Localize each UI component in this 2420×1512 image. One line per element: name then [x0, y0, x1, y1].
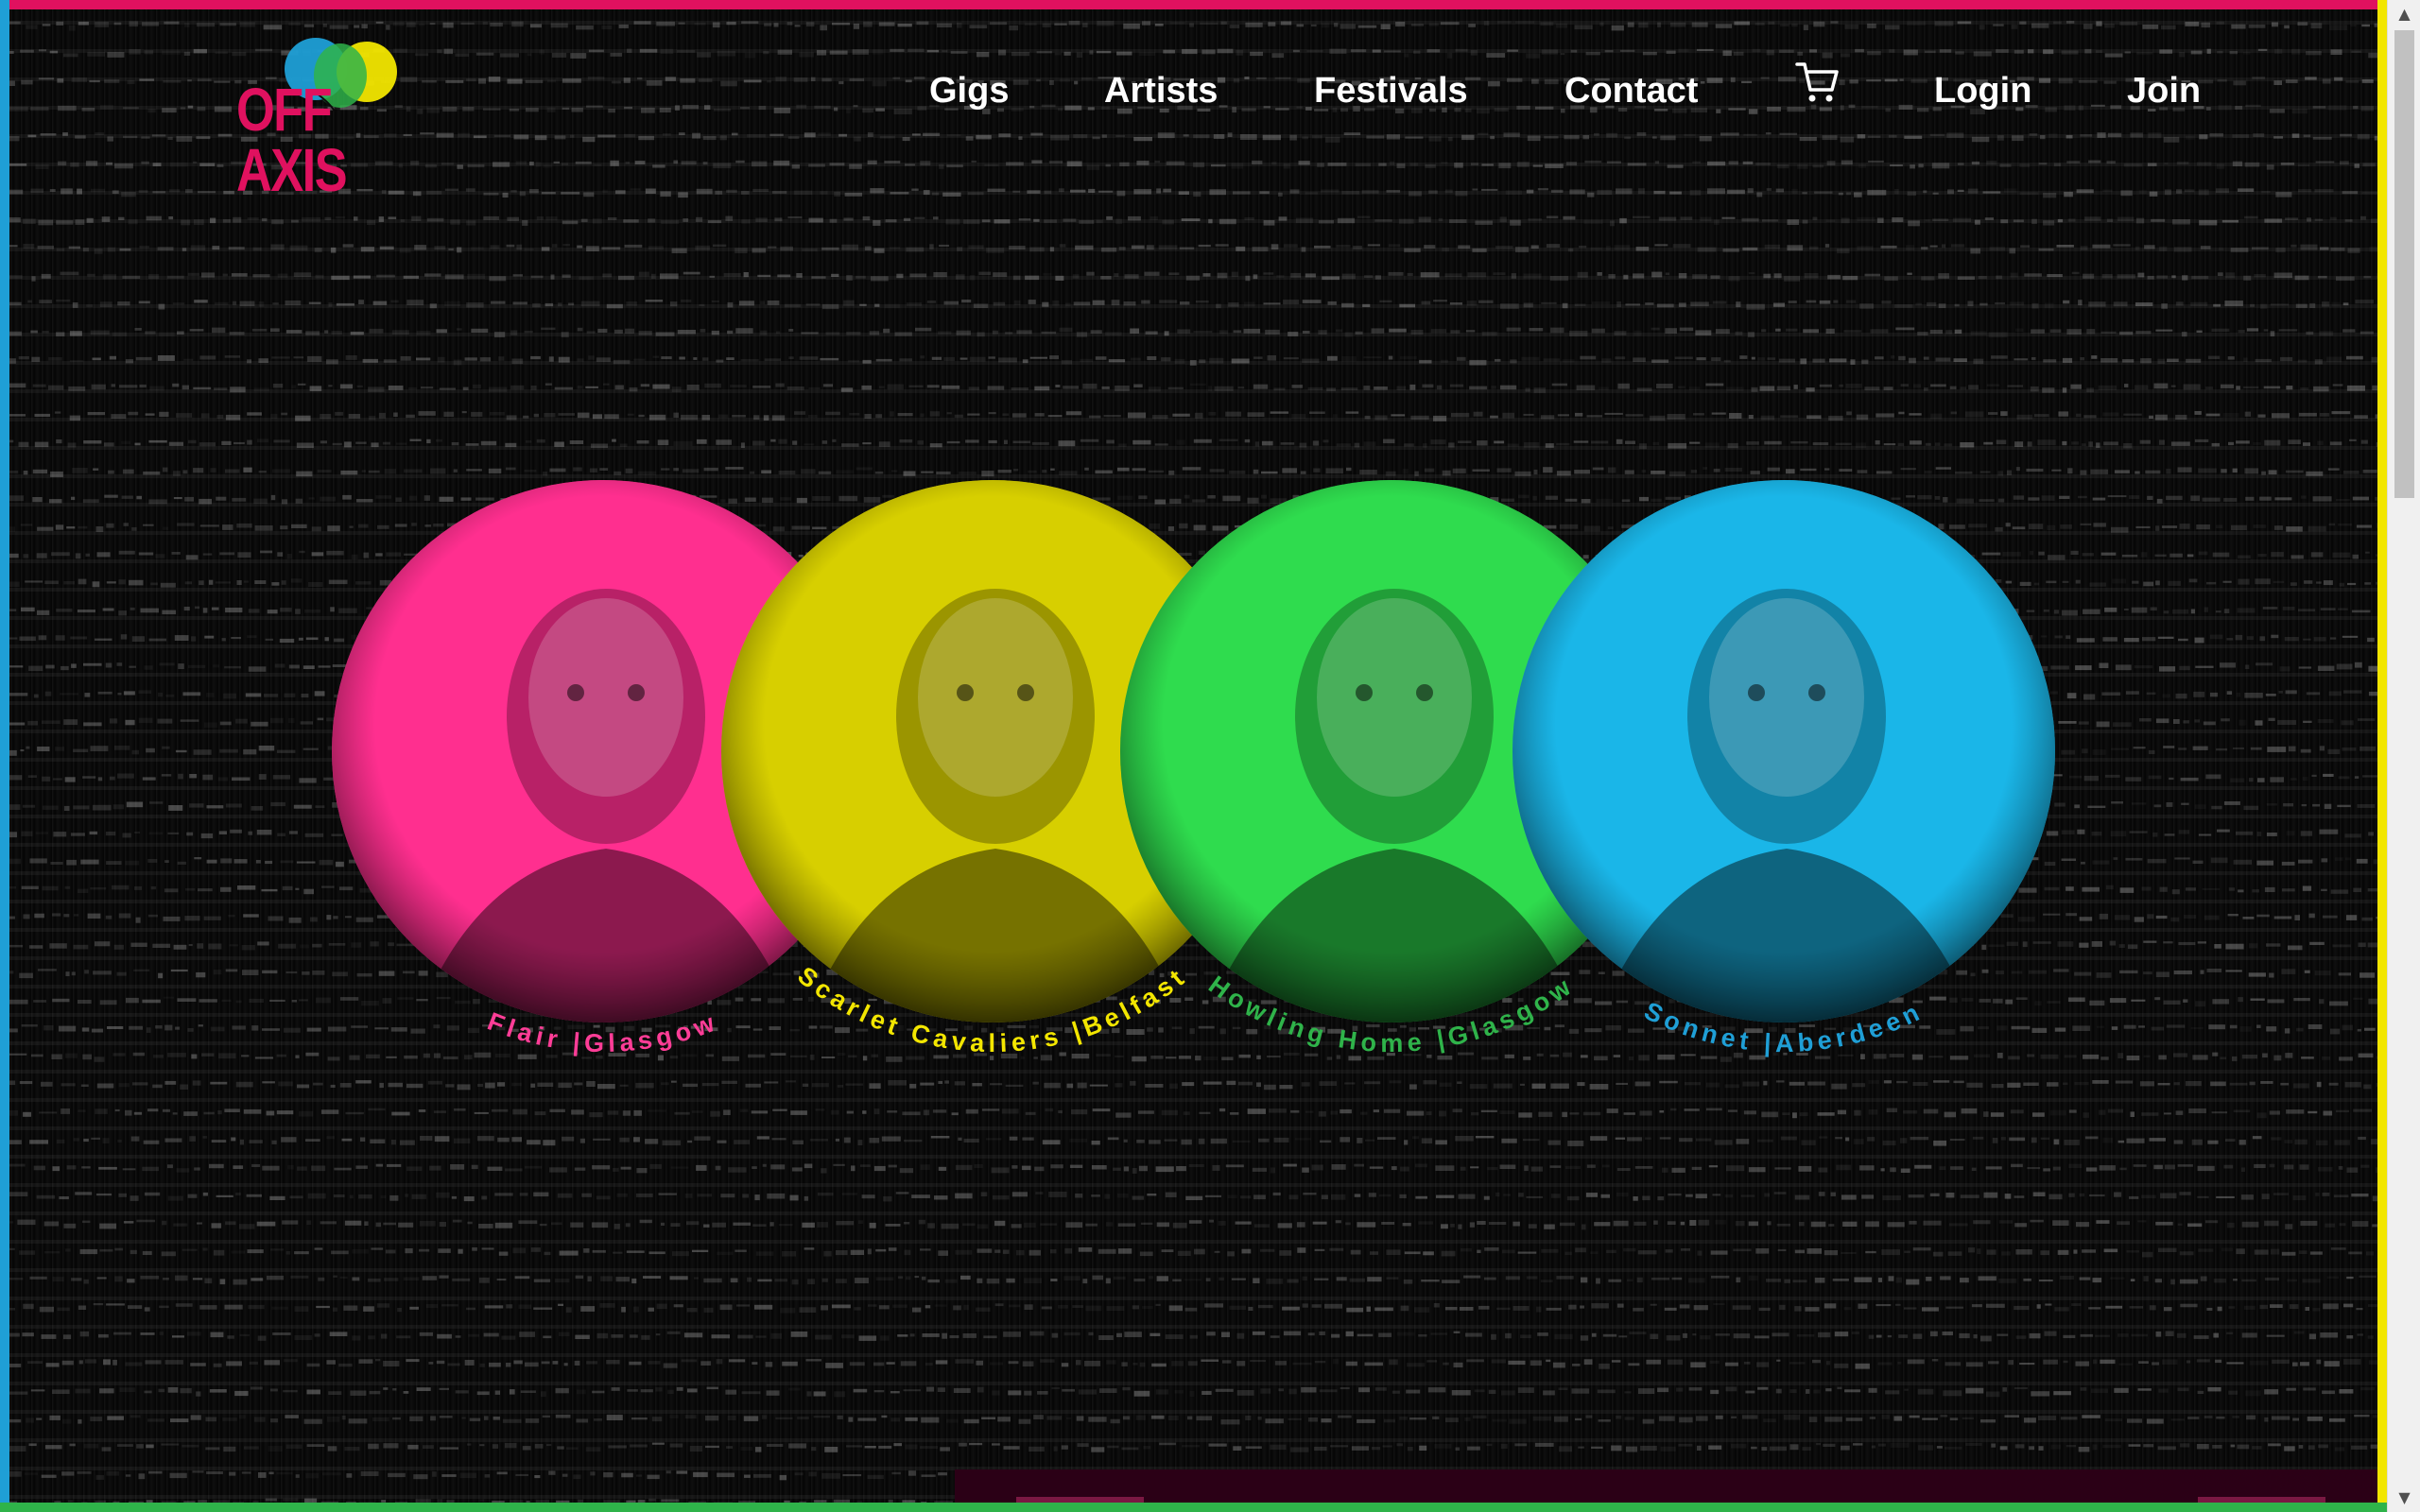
page-scrollbar[interactable]: ▲ ▼ [2387, 0, 2420, 1512]
artist-caption[interactable]: Sonnet |Aberdeen [1406, 373, 2162, 1129]
footer-accent [2198, 1497, 2325, 1503]
artist-caption-text[interactable]: Sonnet |Aberdeen [1640, 996, 1927, 1057]
footer-strip [955, 1469, 2377, 1503]
scrollbar-thumb[interactable] [2394, 30, 2414, 498]
page: OFF AXIS Gigs Artists Festivals Contact … [0, 0, 2420, 1512]
scroll-down-arrow-icon[interactable]: ▼ [2388, 1484, 2420, 1512]
footer-accent [1016, 1497, 1144, 1503]
featured-artists: Flair |Glasgow Scarlet Cavaliers |Belfast… [0, 0, 2387, 1512]
scroll-up-arrow-icon[interactable]: ▲ [2388, 0, 2420, 28]
